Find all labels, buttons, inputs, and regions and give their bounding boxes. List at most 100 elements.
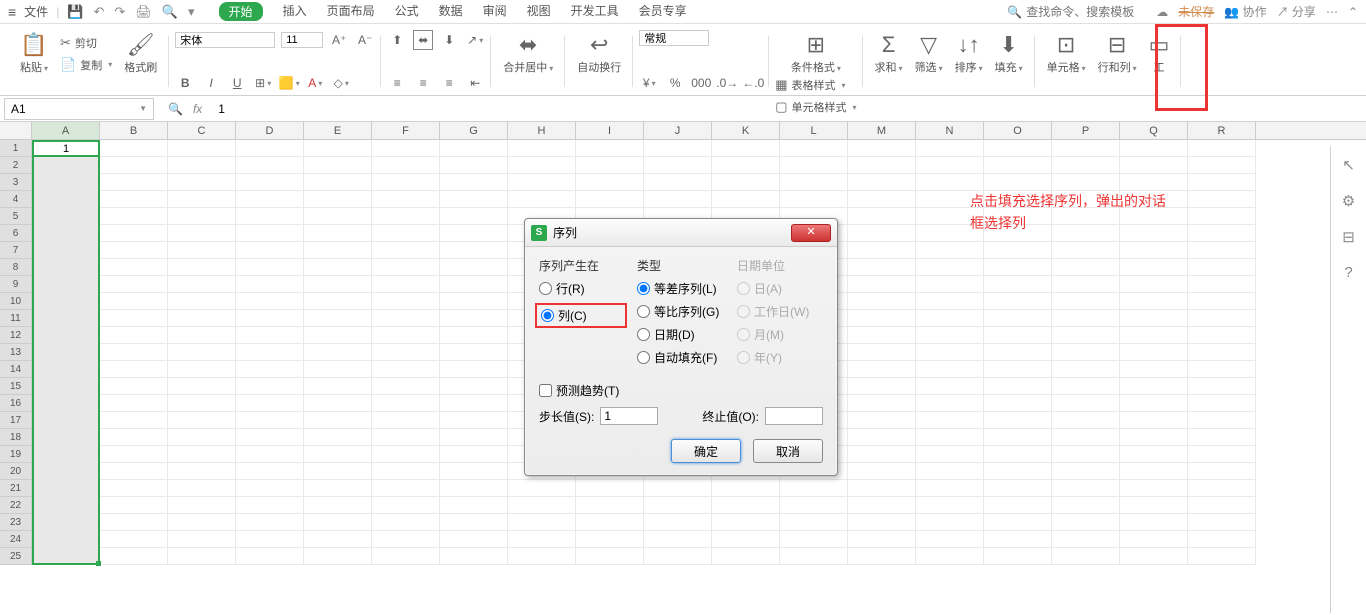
cell[interactable] [780,514,848,531]
cell[interactable] [984,463,1052,480]
row-header[interactable]: 10 [0,293,32,310]
cell[interactable] [440,191,508,208]
cell[interactable] [304,344,372,361]
cell[interactable] [32,548,100,565]
cell[interactable] [32,242,100,259]
cell[interactable] [32,463,100,480]
cell[interactable] [32,429,100,446]
cell[interactable] [1120,497,1188,514]
cell[interactable] [440,412,508,429]
preview-icon[interactable]: 🔍 [162,4,178,20]
radio-geometric[interactable]: 等比序列(G) [637,303,723,320]
cell[interactable] [100,242,168,259]
cell[interactable] [304,276,372,293]
cell[interactable] [440,531,508,548]
cell[interactable] [372,344,440,361]
cell[interactable] [1188,497,1256,514]
cell[interactable] [168,514,236,531]
cell[interactable] [304,327,372,344]
cell[interactable] [508,531,576,548]
cell[interactable] [1188,242,1256,259]
cell[interactable] [1052,276,1120,293]
cell[interactable] [100,412,168,429]
cell[interactable] [916,276,984,293]
cell[interactable] [1052,174,1120,191]
cell[interactable] [1188,191,1256,208]
cell[interactable] [236,293,304,310]
cell[interactable] [100,378,168,395]
cell[interactable] [848,395,916,412]
cell[interactable] [916,140,984,157]
tab-dev[interactable]: 开发工具 [571,2,619,21]
cell[interactable] [304,514,372,531]
cell[interactable] [236,514,304,531]
cell[interactable] [440,429,508,446]
cell[interactable] [100,157,168,174]
cell[interactable] [236,327,304,344]
decrease-font-icon[interactable]: A⁻ [355,30,375,50]
cell[interactable] [1052,242,1120,259]
cell[interactable] [372,497,440,514]
cell[interactable] [440,480,508,497]
cell[interactable] [984,412,1052,429]
cell[interactable] [168,446,236,463]
name-box[interactable]: A1 ▼ [4,98,154,120]
tab-home[interactable]: 开始 [219,2,263,21]
cell[interactable] [1120,259,1188,276]
cell[interactable] [848,242,916,259]
cells-button[interactable]: ⊡单元格 [1041,30,1092,77]
cell[interactable] [32,174,100,191]
cell[interactable] [100,276,168,293]
cell[interactable] [780,191,848,208]
cell[interactable] [304,259,372,276]
cell[interactable] [32,157,100,174]
cell[interactable] [168,208,236,225]
cell[interactable] [236,140,304,157]
cell[interactable] [304,463,372,480]
cell[interactable] [304,429,372,446]
cell[interactable] [984,514,1052,531]
cell[interactable] [644,548,712,565]
cell[interactable] [848,361,916,378]
cell[interactable] [372,480,440,497]
paste-button[interactable]: 📋粘贴 [14,30,54,77]
cell[interactable] [576,548,644,565]
cell[interactable] [440,225,508,242]
cell[interactable] [1052,140,1120,157]
cell[interactable] [168,242,236,259]
col-header-m[interactable]: M [848,122,916,139]
col-header-q[interactable]: Q [1120,122,1188,139]
copy-button[interactable]: 📄复制 [60,57,112,73]
col-header-e[interactable]: E [304,122,372,139]
print-icon[interactable]: 🖨 [135,4,152,20]
row-header[interactable]: 19 [0,446,32,463]
cell[interactable] [1188,208,1256,225]
cell[interactable] [236,395,304,412]
cell[interactable] [984,361,1052,378]
decrease-decimal-icon[interactable]: ←.0 [743,73,763,93]
cell[interactable] [100,361,168,378]
cell[interactable] [1052,548,1120,565]
cell[interactable] [1120,293,1188,310]
worksheet-button[interactable]: ▭工 [1143,30,1176,77]
cell[interactable] [372,208,440,225]
row-header[interactable]: 23 [0,514,32,531]
cell[interactable] [440,174,508,191]
col-header-f[interactable]: F [372,122,440,139]
cell[interactable] [1188,378,1256,395]
sort-button[interactable]: ↓↑排序 [949,30,989,77]
align-left-icon[interactable]: ≡ [387,73,407,93]
cell[interactable] [168,327,236,344]
cell[interactable] [100,531,168,548]
cell[interactable] [168,276,236,293]
cell[interactable] [236,344,304,361]
cell[interactable] [100,208,168,225]
cell[interactable] [440,259,508,276]
cell[interactable] [984,497,1052,514]
cell[interactable] [304,310,372,327]
rows-cols-button[interactable]: ⊟行和列 [1092,30,1143,77]
cell[interactable] [32,412,100,429]
cell[interactable] [1188,344,1256,361]
cell[interactable] [304,242,372,259]
cell[interactable] [1120,242,1188,259]
